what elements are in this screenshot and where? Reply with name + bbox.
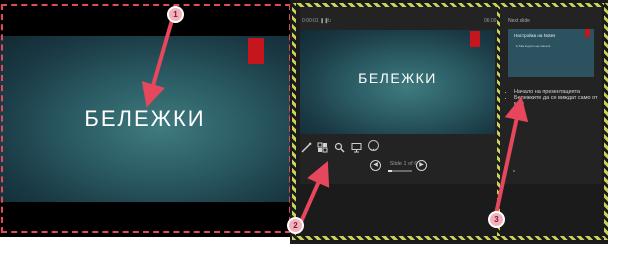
callout-marker-1: 1 [167, 6, 184, 23]
next-slide-subtext: ● Там където ще пишете [516, 44, 551, 48]
slide-accent-tab [248, 38, 264, 64]
clock: 06:09 [484, 18, 497, 24]
current-slide-preview: БЕЛЕЖКИ [300, 30, 495, 134]
speaker-notes[interactable]: Начало на презентацията Бележките да се … [506, 89, 604, 107]
prev-slide-icon[interactable]: ◀ [370, 160, 381, 171]
reset-timer-icon[interactable]: ↻ [327, 18, 331, 24]
audience-slide-title: БЕЛЕЖКИ [84, 106, 206, 131]
notes-scroll-indicator [513, 170, 515, 172]
next-slide-preview[interactable]: Настройка на Notes ● Там където ще пишет… [508, 29, 594, 77]
presenter-highlight-right [604, 3, 608, 240]
next-slide-accent-tab [585, 29, 590, 37]
current-slide-title: БЕЛЕЖКИ [358, 70, 437, 86]
current-slide-accent-tab [470, 31, 480, 47]
callout-marker-2: 2 [287, 217, 304, 234]
screen-icon[interactable] [351, 140, 362, 153]
audience-slide: БЕЛЕЖКИ [0, 36, 290, 202]
page-background [290, 244, 620, 255]
presenter-highlight-bottom [292, 236, 608, 240]
next-slide-icon[interactable]: ▶ [416, 160, 427, 171]
slides-grid-icon[interactable] [317, 140, 328, 153]
presenter-highlight-divider [497, 7, 500, 236]
timer: 0:00:01 [302, 18, 319, 24]
zoom-icon[interactable] [334, 140, 345, 153]
presenter-highlight-left [292, 3, 296, 240]
next-slide-label: Next slide [508, 18, 530, 24]
more-icon[interactable] [368, 140, 379, 151]
slide-progress-fill [388, 170, 393, 172]
note-item: Бележките да се виждат само от мен [514, 95, 604, 107]
pen-icon[interactable] [301, 140, 312, 153]
next-slide-heading: Настройка на Notes [514, 33, 556, 38]
callout-marker-3: 3 [488, 211, 505, 228]
slide-progress-bar [388, 170, 412, 172]
presenter-highlight-top [292, 3, 608, 7]
